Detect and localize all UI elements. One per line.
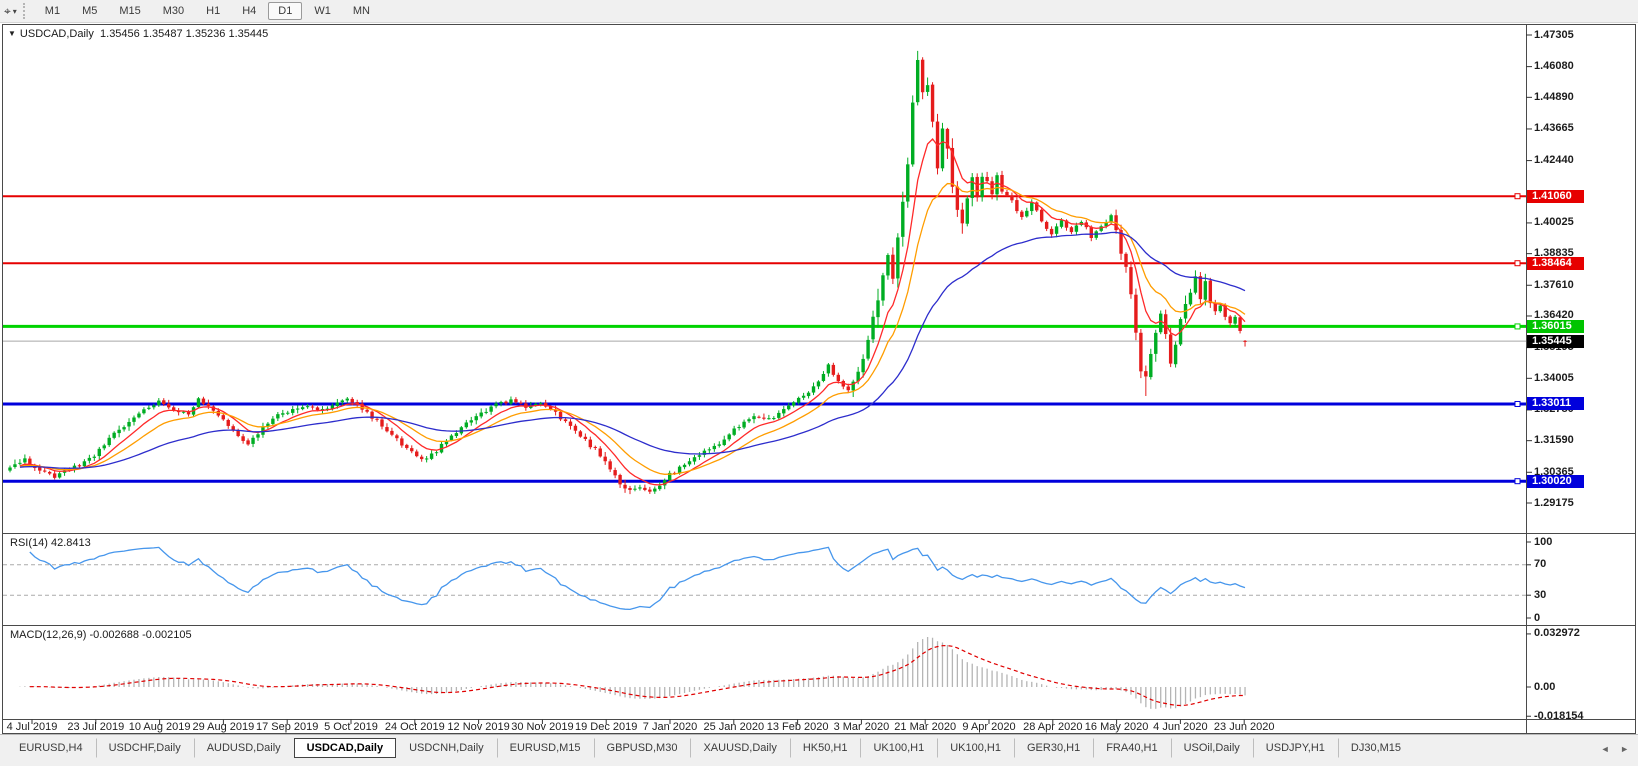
chart-tab-usdjpy-h1[interactable]: USDJPY,H1 [1252,738,1338,758]
timeframe-button-h4[interactable]: H4 [232,2,266,20]
ma-line-45 [19,231,1246,469]
sr-line-handle[interactable] [1514,400,1521,407]
timeframe-button-mn[interactable]: MN [343,2,380,20]
date-axis [31,719,1245,724]
timeframe-button-m1[interactable]: M1 [35,2,70,20]
rsi-pane [3,541,1531,619]
sr-line-handle[interactable] [1514,193,1521,200]
timeframe-button-m15[interactable]: M15 [109,2,150,20]
timeframe-buttons: M1 M5 M15 M30 H1 H4 D1 W1 MN [34,2,381,20]
timeframe-button-w1[interactable]: W1 [304,2,341,20]
chart-tab-hk50-h1[interactable]: HK50,H1 [789,738,861,758]
chart-tab-gbpusd-m30[interactable]: GBPUSD,M30 [593,738,691,758]
chart-tab-audusd-daily[interactable]: AUDUSD,Daily [193,738,294,758]
chart-tab-bar: EURUSD,H4 USDCHF,Daily AUDUSD,Daily USDCAD,… [0,734,1638,766]
chart-tab-uk100-h1[interactable]: UK100,H1 [860,738,937,758]
sr-line-handle[interactable] [1514,260,1521,267]
chevron-down-icon[interactable]: ▾ [13,7,21,16]
chart-tab-uk100-h1[interactable]: UK100,H1 [937,738,1014,758]
chart-tab-eurusd-h4[interactable]: EURUSD,H4 [6,738,96,758]
timeframe-button-m5[interactable]: M5 [72,2,107,20]
chart-tab-usdcnh-daily[interactable]: USDCNH,Daily [396,738,497,758]
pane-frames [2,24,1636,734]
moving-averages [19,138,1246,486]
chart-tab-usdchf-daily[interactable]: USDCHF,Daily [95,738,194,758]
chart-tab-eurusd-m15[interactable]: EURUSD,M15 [496,738,594,758]
chart-tab-ger30-h1[interactable]: GER30,H1 [1014,738,1093,758]
trading-terminal: { "icons":{"crosshair":"⌖","dropdown":"▾… [0,0,1638,766]
tab-scroll-arrows[interactable]: ◄ ► [1601,744,1633,754]
chart-tab-xauusd-daily[interactable]: XAUUSD,Daily [690,738,789,758]
sr-line-handle[interactable] [1514,323,1521,330]
crosshair-tool-icon[interactable]: ⌖ [0,4,13,19]
macd-signal-line [29,644,1245,707]
chart-tab-fra40-h1[interactable]: FRA40,H1 [1093,738,1170,758]
chart-canvas[interactable] [0,0,1638,766]
sr-lines [3,193,1526,485]
timeframe-button-d1[interactable]: D1 [268,2,303,20]
sr-line-handle[interactable] [1514,478,1521,485]
macd-pane [19,633,1531,717]
chart-tab-dj30-m15[interactable]: DJ30,M15 [1337,738,1414,758]
timeframe-button-m30[interactable]: M30 [153,2,194,20]
rsi-line [29,546,1246,611]
timeframe-button-h1[interactable]: H1 [196,2,230,20]
toolbar-grip [22,3,28,19]
chart-tab-usoil-daily[interactable]: USOil,Daily [1170,738,1253,758]
candles [8,50,1247,495]
timeframe-toolbar: ⌖ ▾ M1 M5 M15 M30 H1 H4 D1 W1 MN [0,0,1638,23]
chart-tab-usdcad-daily[interactable]: USDCAD,Daily [293,738,397,758]
